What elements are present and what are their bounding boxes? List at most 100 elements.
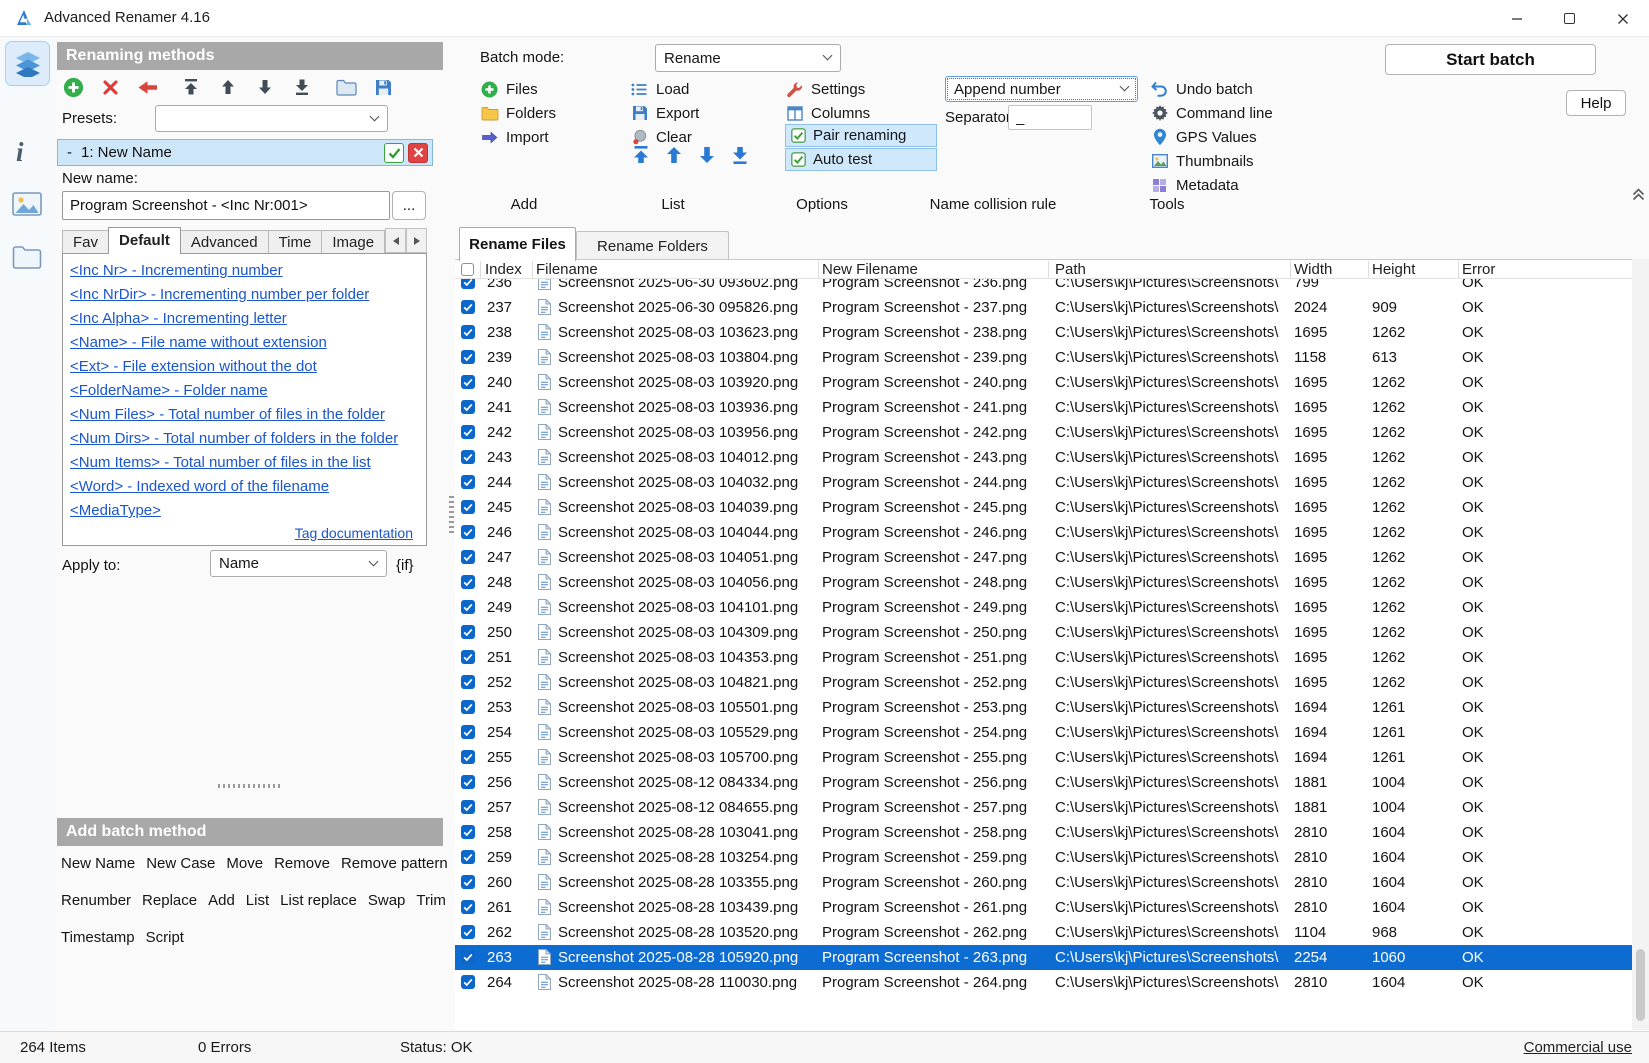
file-table-header[interactable]: Index Filename New Filename Path Width H… bbox=[455, 260, 1632, 279]
metadata-button[interactable]: Metadata bbox=[1150, 174, 1239, 196]
close-button[interactable] bbox=[1596, 0, 1649, 37]
export-button[interactable]: Export bbox=[630, 102, 699, 124]
row-checkbox[interactable] bbox=[461, 375, 476, 390]
save-preset-icon[interactable] bbox=[372, 76, 394, 98]
vertical-splitter[interactable] bbox=[449, 496, 454, 534]
add-method-link[interactable]: Remove bbox=[274, 855, 330, 872]
columns-button[interactable]: Columns bbox=[785, 102, 870, 124]
remove-method-icon[interactable] bbox=[99, 76, 121, 98]
tag-tab-image[interactable]: Image bbox=[321, 230, 385, 254]
tag-link[interactable]: <Inc Nr> - Incrementing number bbox=[70, 259, 426, 283]
row-checkbox[interactable] bbox=[461, 675, 476, 690]
table-row[interactable]: 248Screenshot 2025-08-03 104056.pngProgr… bbox=[455, 570, 1632, 595]
browse-button[interactable]: ... bbox=[392, 191, 426, 220]
add-method-link[interactable]: Trim bbox=[416, 892, 445, 909]
horizontal-splitter[interactable] bbox=[218, 784, 282, 788]
clear-button[interactable]: Clear bbox=[630, 126, 692, 148]
table-row[interactable]: 238Screenshot 2025-08-03 103623.pngProgr… bbox=[455, 320, 1632, 345]
add-method-link[interactable]: New Case bbox=[146, 855, 215, 872]
table-row[interactable]: 245Screenshot 2025-08-03 104039.pngProgr… bbox=[455, 495, 1632, 520]
command-line-button[interactable]: Command line bbox=[1150, 102, 1273, 124]
row-checkbox[interactable] bbox=[461, 525, 476, 540]
row-checkbox[interactable] bbox=[461, 475, 476, 490]
rail-item-methods[interactable] bbox=[5, 41, 50, 86]
pair-renaming-toggle[interactable]: Pair renaming bbox=[785, 124, 937, 147]
new-name-input[interactable] bbox=[62, 191, 390, 220]
row-checkbox[interactable] bbox=[461, 300, 476, 315]
tag-link[interactable]: <Num Dirs> - Total number of folders in … bbox=[70, 427, 426, 451]
table-row[interactable]: 252Screenshot 2025-08-03 104821.pngProgr… bbox=[455, 670, 1632, 695]
gps-values-button[interactable]: GPS Values bbox=[1150, 126, 1257, 148]
table-row[interactable]: 240Screenshot 2025-08-03 103920.pngProgr… bbox=[455, 370, 1632, 395]
table-row[interactable]: 260Screenshot 2025-08-28 103355.pngProgr… bbox=[455, 870, 1632, 895]
import-button[interactable]: Import bbox=[480, 126, 549, 148]
column-header-height[interactable]: Height bbox=[1372, 260, 1415, 279]
row-checkbox[interactable] bbox=[461, 975, 476, 990]
row-checkbox[interactable] bbox=[461, 550, 476, 565]
row-checkbox[interactable] bbox=[461, 575, 476, 590]
select-all-checkbox[interactable] bbox=[461, 263, 474, 276]
batch-mode-combo[interactable]: Rename bbox=[655, 44, 841, 72]
row-checkbox[interactable] bbox=[461, 725, 476, 740]
settings-button[interactable]: Settings bbox=[785, 78, 865, 100]
tag-link[interactable]: <Num Files> - Total number of files in t… bbox=[70, 403, 426, 427]
add-method-link[interactable]: New Name bbox=[61, 855, 135, 872]
table-row[interactable]: 243Screenshot 2025-08-03 104012.pngProgr… bbox=[455, 445, 1632, 470]
move-top-icon[interactable] bbox=[180, 76, 202, 98]
undo-batch-button[interactable]: Undo batch bbox=[1150, 78, 1253, 100]
add-method-link[interactable]: Remove pattern bbox=[341, 855, 448, 872]
row-checkbox[interactable] bbox=[461, 800, 476, 815]
table-row[interactable]: 246Screenshot 2025-08-03 104044.pngProgr… bbox=[455, 520, 1632, 545]
table-row[interactable]: 257Screenshot 2025-08-12 084655.pngProgr… bbox=[455, 795, 1632, 820]
table-row[interactable]: 258Screenshot 2025-08-28 103041.pngProgr… bbox=[455, 820, 1632, 845]
table-row[interactable]: 262Screenshot 2025-08-28 103520.pngProgr… bbox=[455, 920, 1632, 945]
table-row[interactable]: 239Screenshot 2025-08-03 103804.pngProgr… bbox=[455, 345, 1632, 370]
row-checkbox[interactable] bbox=[461, 925, 476, 940]
start-batch-button[interactable]: Start batch bbox=[1385, 44, 1596, 75]
table-row[interactable]: 261Screenshot 2025-08-28 103439.pngProgr… bbox=[455, 895, 1632, 920]
table-row[interactable]: 236Screenshot 2025-06-30 093602.pngProgr… bbox=[455, 279, 1632, 295]
presets-combo[interactable] bbox=[155, 105, 388, 132]
auto-test-toggle[interactable]: Auto test bbox=[785, 148, 937, 171]
tag-link[interactable]: <Inc NrDir> - Incrementing number per fo… bbox=[70, 283, 426, 307]
maximize-button[interactable] bbox=[1543, 0, 1596, 37]
row-checkbox[interactable] bbox=[461, 950, 476, 965]
add-method-link[interactable]: Swap bbox=[368, 892, 406, 909]
open-preset-icon[interactable] bbox=[335, 76, 357, 98]
row-checkbox[interactable] bbox=[461, 825, 476, 840]
table-row[interactable]: 264Screenshot 2025-08-28 110030.pngProgr… bbox=[455, 970, 1632, 995]
row-checkbox[interactable] bbox=[461, 279, 476, 290]
license-link[interactable]: Commercial use bbox=[1524, 1039, 1632, 1056]
row-checkbox[interactable] bbox=[461, 600, 476, 615]
row-checkbox[interactable] bbox=[461, 350, 476, 365]
row-checkbox[interactable] bbox=[461, 750, 476, 765]
row-checkbox[interactable] bbox=[461, 325, 476, 340]
add-method-link[interactable]: Timestamp bbox=[61, 929, 135, 946]
table-scrollbar[interactable] bbox=[1632, 259, 1649, 1030]
tag-link[interactable]: <FolderName> - Folder name bbox=[70, 379, 426, 403]
minimize-button[interactable] bbox=[1490, 0, 1543, 37]
scrollbar-thumb[interactable] bbox=[1636, 949, 1645, 1021]
move-down-icon[interactable] bbox=[254, 76, 276, 98]
list-move-down-icon[interactable] bbox=[699, 146, 715, 164]
row-checkbox[interactable] bbox=[461, 450, 476, 465]
column-header-width[interactable]: Width bbox=[1294, 260, 1332, 279]
list-move-up-icon[interactable] bbox=[666, 146, 682, 164]
table-row[interactable]: 237Screenshot 2025-06-30 095826.pngProgr… bbox=[455, 295, 1632, 320]
table-row[interactable]: 242Screenshot 2025-08-03 103956.pngProgr… bbox=[455, 420, 1632, 445]
row-checkbox[interactable] bbox=[461, 400, 476, 415]
list-move-bottom-icon[interactable] bbox=[732, 146, 748, 164]
remove-all-methods-icon[interactable] bbox=[136, 76, 158, 98]
table-row[interactable]: 251Screenshot 2025-08-03 104353.pngProgr… bbox=[455, 645, 1632, 670]
tag-link[interactable]: <Name> - File name without extension bbox=[70, 331, 426, 355]
table-row[interactable]: 249Screenshot 2025-08-03 104101.pngProgr… bbox=[455, 595, 1632, 620]
tag-link[interactable]: <Ext> - File extension without the dot bbox=[70, 355, 426, 379]
method-item-new-name[interactable]: - 1: New Name bbox=[57, 139, 433, 166]
row-checkbox[interactable] bbox=[461, 850, 476, 865]
row-checkbox[interactable] bbox=[461, 900, 476, 915]
add-method-icon[interactable] bbox=[62, 76, 84, 98]
collision-rule-combo[interactable]: Append number bbox=[945, 76, 1138, 102]
delete-method-icon[interactable] bbox=[408, 143, 428, 163]
separator-input[interactable] bbox=[1008, 105, 1092, 130]
row-checkbox[interactable] bbox=[461, 650, 476, 665]
